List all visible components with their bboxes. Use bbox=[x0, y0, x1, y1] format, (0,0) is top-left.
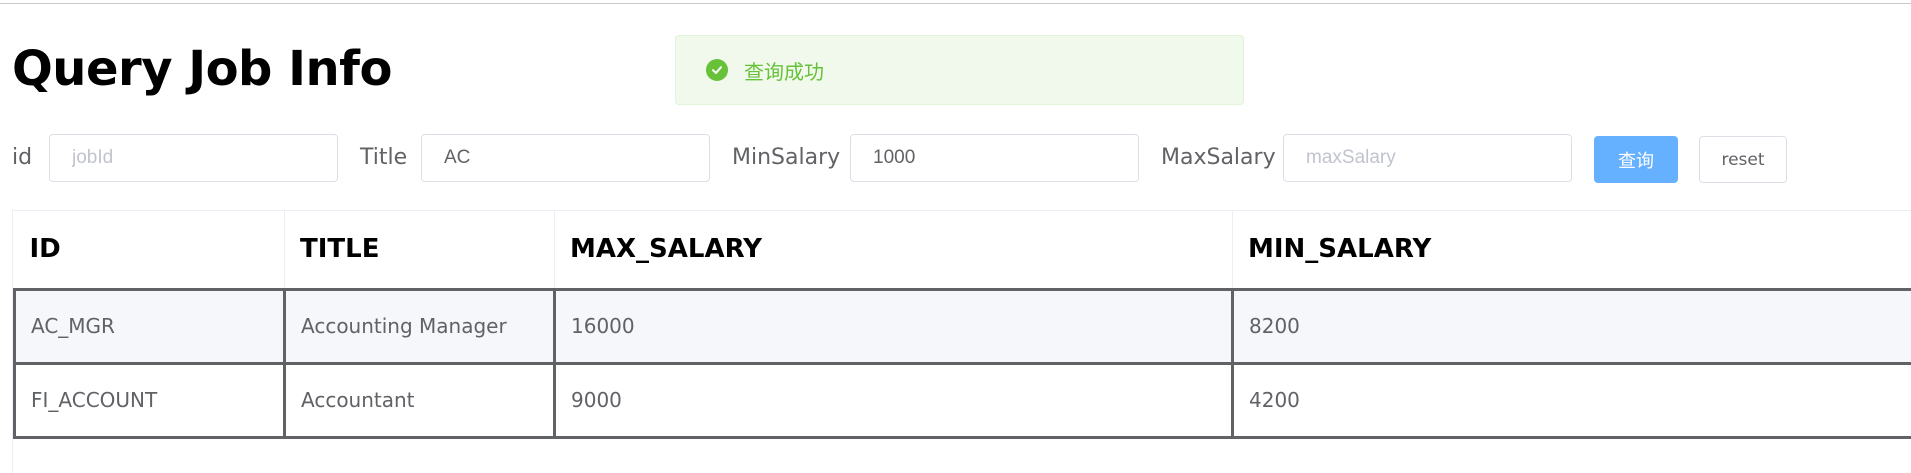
results-table: ID TITLE MAX_SALARY MIN_SALARY AC_MGR Ac… bbox=[12, 210, 1911, 473]
table-row[interactable]: FI_ACCOUNT Accountant 9000 4200 bbox=[13, 361, 1911, 439]
min-salary-filter-input[interactable] bbox=[850, 134, 1139, 182]
cell-max-salary: 9000 bbox=[553, 361, 1234, 439]
page-title: Query Job Info bbox=[12, 41, 393, 97]
column-header-min-salary[interactable]: MIN_SALARY bbox=[1232, 211, 1911, 290]
id-filter-input[interactable] bbox=[49, 134, 338, 182]
cell-title: Accounting Manager bbox=[283, 287, 556, 365]
title-filter-input[interactable] bbox=[421, 134, 710, 182]
column-header-title[interactable]: TITLE bbox=[284, 211, 555, 290]
cell-min-salary: 8200 bbox=[1231, 287, 1911, 365]
top-divider bbox=[0, 3, 1911, 4]
table-row[interactable]: AC_MGR Accounting Manager 16000 8200 bbox=[13, 287, 1911, 365]
reset-button[interactable]: reset bbox=[1699, 136, 1787, 183]
toast-message: 查询成功 bbox=[744, 59, 824, 84]
column-header-id[interactable]: ID bbox=[14, 211, 285, 290]
success-toast: 查询成功 bbox=[675, 35, 1244, 105]
cell-id: FI_ACCOUNT bbox=[13, 361, 286, 439]
max-salary-filter-input[interactable] bbox=[1283, 134, 1572, 182]
cell-min-salary: 4200 bbox=[1231, 361, 1911, 439]
min-salary-filter-label: MinSalary bbox=[732, 145, 841, 170]
cell-max-salary: 16000 bbox=[553, 287, 1234, 365]
id-filter-label: id bbox=[12, 145, 33, 170]
column-header-max-salary[interactable]: MAX_SALARY bbox=[554, 211, 1233, 290]
cell-title: Accountant bbox=[283, 361, 556, 439]
cell-id: AC_MGR bbox=[13, 287, 286, 365]
query-button[interactable]: 查询 bbox=[1594, 136, 1678, 183]
check-circle-icon bbox=[706, 59, 728, 81]
table-header-row: ID TITLE MAX_SALARY MIN_SALARY bbox=[14, 211, 1911, 290]
max-salary-filter-label: MaxSalary bbox=[1161, 145, 1276, 170]
title-filter-label: Title bbox=[360, 145, 408, 170]
